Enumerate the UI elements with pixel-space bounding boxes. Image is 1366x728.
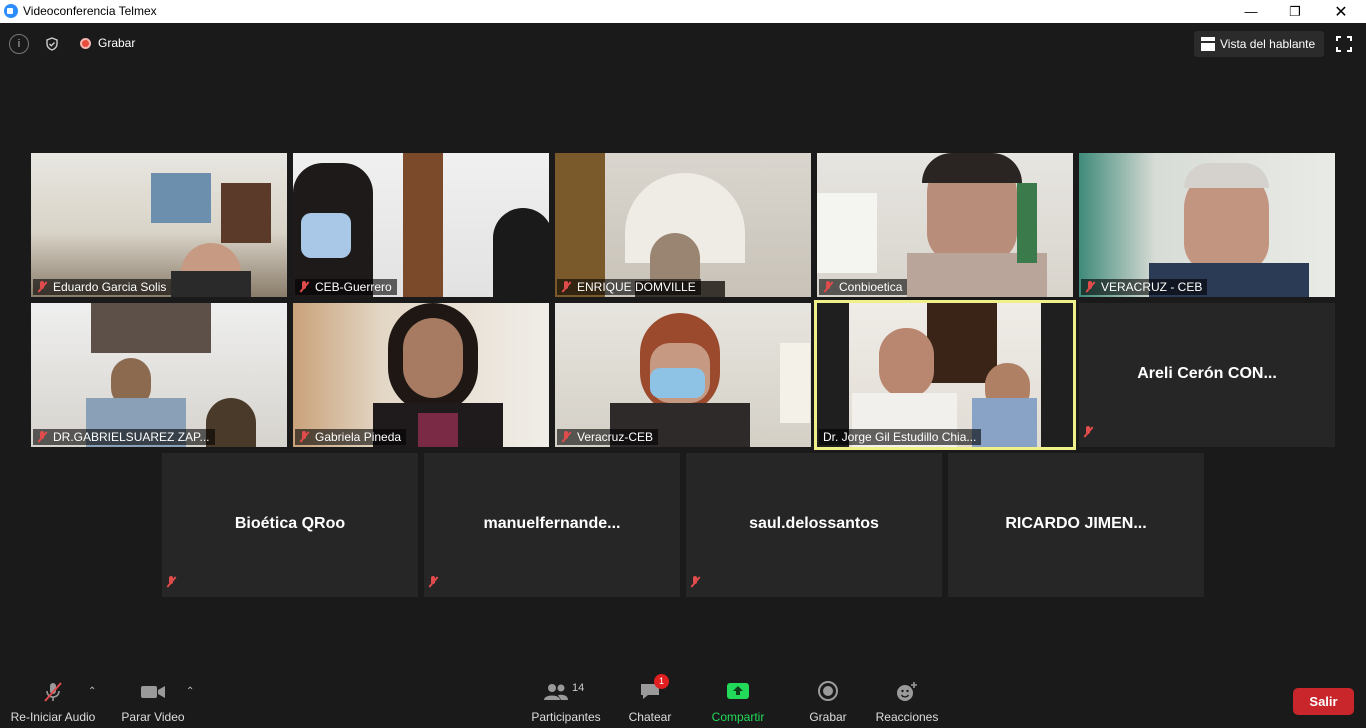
zoom-app-icon [4, 4, 18, 18]
participant-name: Dr. Jorge Gil Estudillo Chia... [823, 430, 977, 444]
speaker-view-label: Vista del hablante [1220, 37, 1316, 51]
participant-tile[interactable]: Bioética QRoo [162, 453, 418, 597]
participant-name: saul.delossantos [749, 515, 879, 532]
video-camera-icon [140, 680, 166, 704]
record-button[interactable]: Grabar [800, 680, 856, 724]
participant-name-tag: VERACRUZ - CEB [1081, 279, 1208, 295]
muted-mic-icon [299, 281, 309, 293]
video-options-caret[interactable]: ⌃ [186, 686, 194, 697]
participant-name-tag: ENRIQUE DOMVILLE [557, 279, 701, 295]
muted-mic-icon [561, 431, 571, 443]
participant-tile[interactable]: Conbioetica [817, 153, 1073, 297]
meeting-toolbar [0, 668, 1366, 728]
participant-name: VERACRUZ - CEB [1101, 280, 1203, 294]
reactions-button[interactable]: Reacciones [874, 680, 940, 724]
participant-name: Veracruz-CEB [577, 430, 654, 444]
participant-tile[interactable]: Eduardo Garcia Solis [31, 153, 287, 297]
muted-mic-icon [1085, 281, 1095, 293]
participant-video [555, 153, 811, 297]
muted-mic-icon [690, 576, 700, 588]
minimize-button[interactable]: — [1228, 0, 1274, 23]
participant-tile[interactable]: CEB-Guerrero [293, 153, 549, 297]
record-indicator-label[interactable]: Grabar [98, 36, 135, 50]
speaker-view-button[interactable]: Vista del hablante [1194, 31, 1324, 57]
participant-tile[interactable]: Veracruz-CEB [555, 303, 811, 447]
audio-label: Re-Iniciar Audio [10, 710, 96, 724]
participant-name: RICARDO JIMEN... [1005, 515, 1147, 532]
participant-name-tag: Conbioetica [819, 279, 908, 295]
muted-mic-icon [823, 281, 833, 293]
audio-options-caret[interactable]: ⌃ [88, 686, 96, 697]
reactions-emoji-icon [895, 680, 919, 704]
muted-mic-icon [37, 431, 47, 443]
muted-mic-icon [1083, 426, 1093, 438]
participant-video [31, 303, 287, 447]
muted-mic-icon [37, 281, 47, 293]
participant-name-tag: Veracruz-CEB [557, 429, 659, 445]
record-icon[interactable] [80, 38, 91, 49]
chat-bubble-icon: 1 [639, 674, 669, 704]
participants-count: 14 [572, 682, 585, 694]
participant-video [555, 303, 811, 447]
participants-button[interactable]: 14 Participantes [528, 680, 604, 724]
participant-video [817, 303, 1073, 447]
participant-name: Conbioetica [839, 280, 903, 294]
participants-icon: 14 [542, 680, 590, 704]
muted-mic-icon [561, 281, 571, 293]
window-title: Videoconferencia Telmex [23, 4, 157, 18]
close-window-button[interactable]: ✕ [1318, 0, 1364, 23]
participant-tile[interactable]: ENRIQUE DOMVILLE [555, 153, 811, 297]
share-screen-button[interactable]: Compartir [706, 680, 770, 724]
participant-name-tag: Eduardo Garcia Solis [33, 279, 172, 295]
participant-tile[interactable]: Areli Cerón CON... [1079, 303, 1335, 447]
participant-name-tag: DR.GABRIELSUAREZ ZAP... [33, 429, 215, 445]
muted-mic-icon [41, 680, 65, 704]
participant-tile[interactable]: Gabriela Pineda [293, 303, 549, 447]
participant-tile[interactable]: DR.GABRIELSUAREZ ZAP... [31, 303, 287, 447]
chat-button[interactable]: 1 Chatear [622, 674, 678, 724]
participant-name-tag: Gabriela Pineda [295, 429, 407, 445]
leave-meeting-button[interactable]: Salir [1293, 688, 1354, 715]
participant-name: Eduardo Garcia Solis [53, 280, 167, 294]
chat-unread-badge: 1 [654, 674, 669, 689]
video-label: Parar Video [121, 710, 185, 724]
share-screen-label: Compartir [711, 710, 765, 724]
muted-mic-icon [299, 431, 309, 443]
participant-name: ENRIQUE DOMVILLE [577, 280, 696, 294]
muted-mic-icon [428, 576, 438, 588]
security-shield-icon[interactable] [41, 33, 63, 55]
participant-name: DR.GABRIELSUAREZ ZAP... [53, 430, 210, 444]
record-label: Grabar [809, 710, 847, 724]
participant-video [293, 153, 549, 297]
participant-name-tag: Dr. Jorge Gil Estudillo Chia... [819, 429, 982, 445]
participants-label: Participantes [531, 710, 601, 724]
participant-name: Gabriela Pineda [315, 430, 402, 444]
participant-name: Bioética QRoo [234, 515, 346, 532]
participant-name: CEB-Guerrero [315, 280, 392, 294]
fullscreen-icon[interactable] [1336, 36, 1352, 52]
participant-tile-active-speaker[interactable]: Dr. Jorge Gil Estudillo Chia... [814, 300, 1076, 450]
participant-name: manuelfernande... [483, 515, 621, 532]
participant-name-tag: CEB-Guerrero [295, 279, 397, 295]
speaker-view-icon [1201, 37, 1215, 51]
participant-video [293, 303, 549, 447]
participant-tile[interactable]: VERACRUZ - CEB [1079, 153, 1335, 297]
reactions-label: Reacciones [875, 710, 939, 724]
restore-button[interactable]: ❐ [1272, 0, 1318, 23]
chat-label: Chatear [628, 710, 672, 724]
participant-tile[interactable]: saul.delossantos [686, 453, 942, 597]
share-screen-icon [726, 680, 750, 704]
participant-tile[interactable]: manuelfernande... [424, 453, 680, 597]
record-icon [817, 680, 839, 704]
participant-video [1079, 153, 1335, 297]
muted-mic-icon [166, 576, 176, 588]
window-titlebar: Videoconferencia Telmex — ❐ ✕ [0, 0, 1366, 23]
participant-name: Areli Cerón CON... [1137, 365, 1277, 382]
participant-video [31, 153, 287, 297]
participant-video [817, 153, 1073, 297]
participant-tile[interactable]: RICARDO JIMEN... [948, 453, 1204, 597]
audio-button[interactable]: Re-Iniciar Audio [8, 680, 98, 724]
meeting-info-icon[interactable]: i [9, 34, 29, 54]
video-button[interactable]: Parar Video [118, 680, 188, 724]
